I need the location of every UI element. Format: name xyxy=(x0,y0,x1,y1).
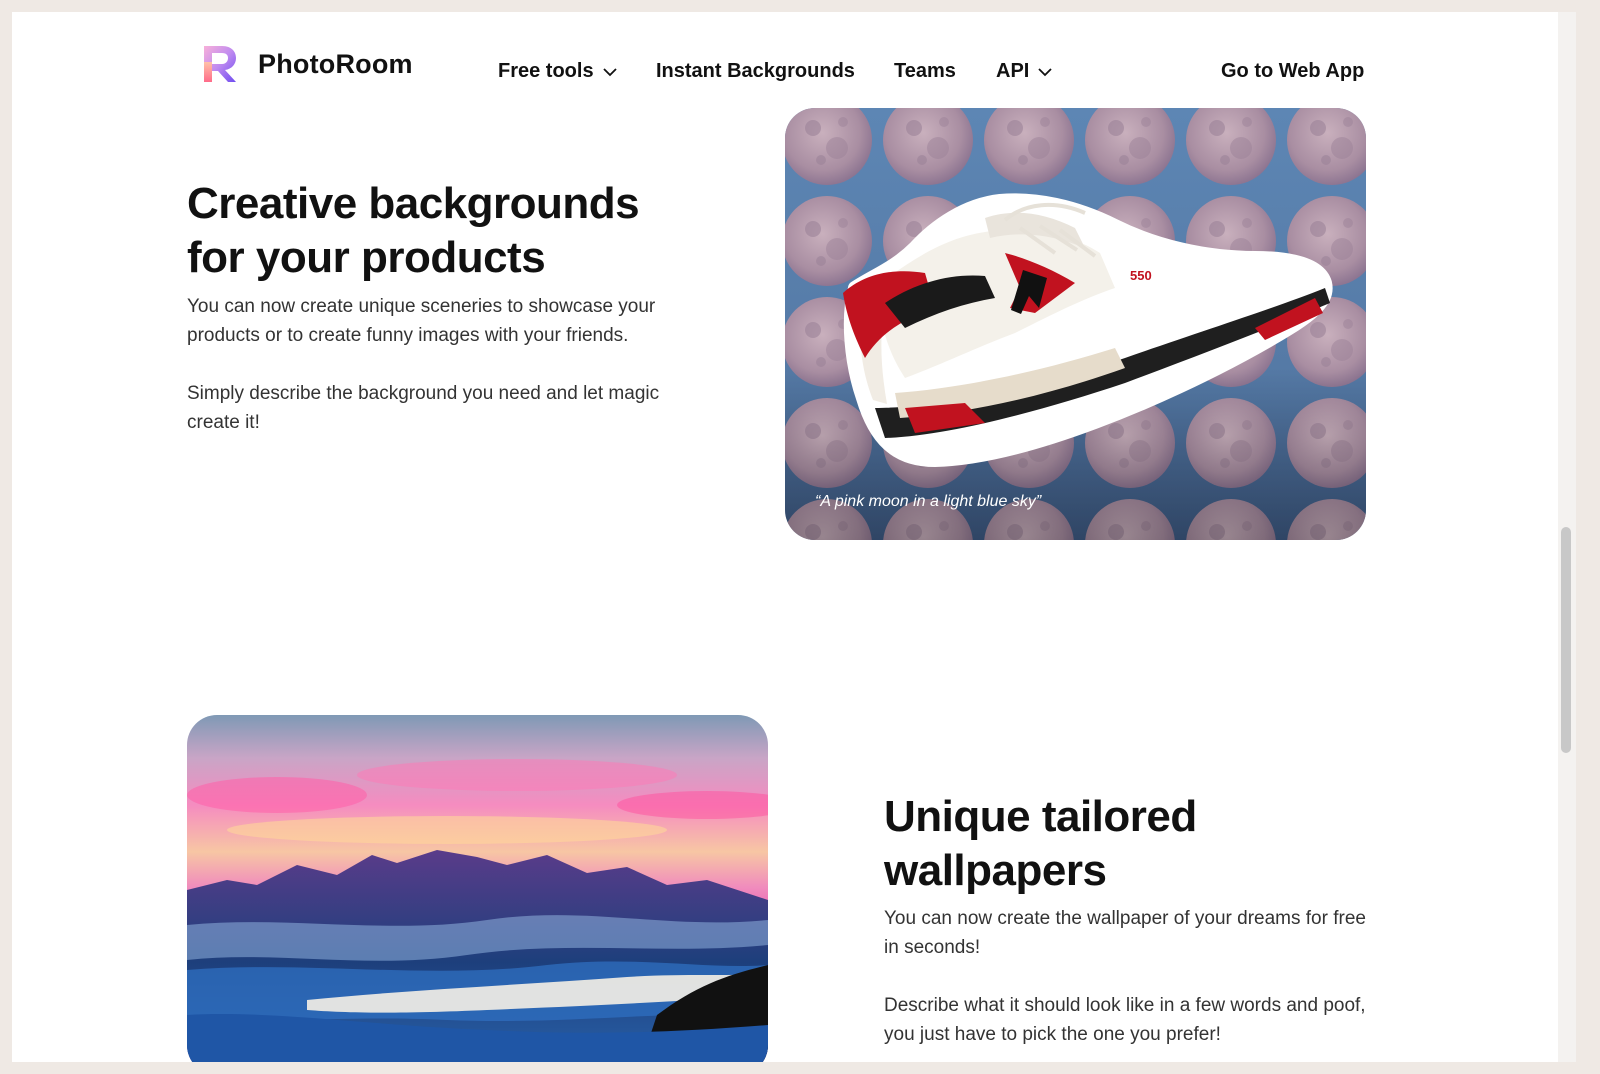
section2-paragraph-2: Describe what it should look like in a f… xyxy=(884,991,1404,1049)
nav-teams-label: Teams xyxy=(894,60,956,82)
section2-paragraph-1: You can now create the wallpaper of your… xyxy=(884,904,1404,962)
go-to-web-app-link[interactable]: Go to Web App xyxy=(1221,60,1364,83)
shoe-badge-text: 550 xyxy=(1130,268,1152,283)
brand-logo[interactable]: PhotoRoom xyxy=(198,42,413,86)
vertical-scrollbar[interactable] xyxy=(1558,12,1576,1062)
watercolor-landscape-illustration xyxy=(187,715,768,1062)
nav-instant-backgrounds-label: Instant Backgrounds xyxy=(656,60,855,82)
text-line: Describe what it should look like in a f… xyxy=(884,995,1366,1016)
section-title-creative-backgrounds: Creative backgrounds for your products xyxy=(187,177,707,285)
nav-teams[interactable]: Teams xyxy=(894,60,956,83)
text-line: Simply describe the background you need … xyxy=(187,383,660,404)
brand-name: PhotoRoom xyxy=(258,48,413,79)
nav-api-label: API xyxy=(996,60,1030,82)
title-line: for your products xyxy=(187,233,546,282)
image-caption: “A pink moon in a light blue sky” xyxy=(815,493,1042,510)
nav-free-tools[interactable]: Free tools xyxy=(498,60,618,83)
nav-instant-backgrounds[interactable]: Instant Backgrounds xyxy=(656,60,855,83)
text-line: You can now create the wallpaper of your… xyxy=(884,908,1366,929)
text-line: you just have to pick the one you prefer… xyxy=(884,1024,1221,1045)
nav-free-tools-label: Free tools xyxy=(498,60,594,82)
scrollbar-thumb[interactable] xyxy=(1561,527,1571,753)
text-line: products or to create funny images with … xyxy=(187,325,629,346)
chevron-down-icon xyxy=(1038,67,1052,76)
section1-paragraph-2: Simply describe the background you need … xyxy=(187,379,707,437)
watercolor-mountain-wallpaper-image xyxy=(187,715,768,1062)
pink-moon-sneaker-image: 550 “A pink moon in a light blue sky” xyxy=(785,108,1366,540)
go-to-web-app-label: Go to Web App xyxy=(1221,60,1365,82)
title-line: wallpapers xyxy=(884,846,1107,895)
sneaker-moon-illustration: 550 “A pink moon in a light blue sky” xyxy=(785,108,1366,540)
section1-paragraph-1: You can now create unique sceneries to s… xyxy=(187,292,707,350)
top-navbar: PhotoRoom Free tools Instant Backgrounds… xyxy=(12,12,1576,112)
title-line: Unique tailored xyxy=(884,792,1197,841)
text-line: create it! xyxy=(187,412,260,433)
browser-viewport: PhotoRoom Free tools Instant Backgrounds… xyxy=(12,12,1576,1062)
nav-api[interactable]: API xyxy=(996,60,1053,83)
text-line: You can now create unique sceneries to s… xyxy=(187,296,656,317)
chevron-down-icon xyxy=(602,67,617,76)
section-title-unique-wallpapers: Unique tailored wallpapers xyxy=(884,790,1404,898)
photoroom-logo-icon xyxy=(204,46,236,82)
text-line: in seconds! xyxy=(884,937,981,958)
title-line: Creative backgrounds xyxy=(187,179,640,228)
